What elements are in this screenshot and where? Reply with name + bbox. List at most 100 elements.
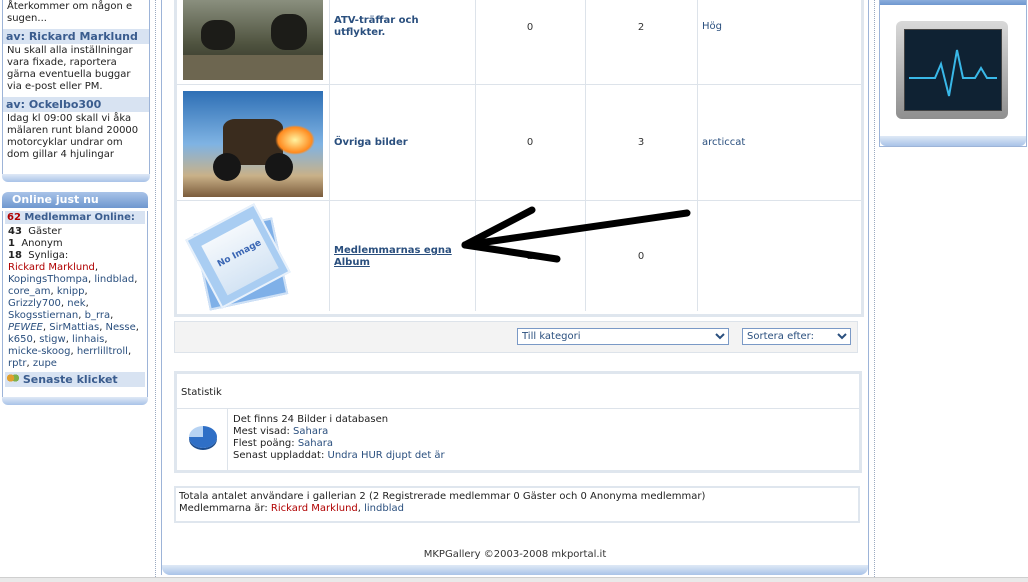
sort-select[interactable]: Sortera efter: [742,328,851,345]
online-user[interactable]: stigw [39,334,65,345]
images-count: 0 [526,137,534,148]
online-box: Online just nu 62 Medlemmar Online: 43 G… [2,192,148,405]
shout-text: Nu skall alla inställningar vara fixade,… [7,45,133,92]
online-user[interactable]: herrlilltroll [77,346,128,357]
shoutbox: Återkommer om någon e sugen... av: Ricka… [2,0,150,175]
online-user[interactable]: zupe [33,358,57,369]
online-user[interactable]: knipp [57,286,85,297]
members-are-label: Medlemmarna är: [179,503,268,514]
category-controls: Till kategori Sortera efter: [174,321,858,353]
online-user[interactable]: nek [67,298,85,309]
no-image-thumbnail[interactable]: No Image [185,203,291,311]
comments-cell: 3 [585,85,698,200]
online-user[interactable]: KopingsThompa [8,274,88,285]
member-link[interactable]: lindblad [364,503,404,514]
statistics-box: Statistik Det finns 24 Bilder i database… [174,371,862,473]
table-row: ATV-träffar och utflykter. 0 2 Hög [177,0,861,85]
images-cell: 0 [475,85,586,200]
category-select[interactable]: Till kategori [517,328,729,345]
shoutbox-footer [2,174,150,182]
anon-count: 1 [8,238,15,249]
online-user[interactable]: Nesse [106,322,136,333]
member-link[interactable]: Rickard Marklund [271,503,358,514]
pie-chart-icon [189,426,217,448]
latest-click-row[interactable]: Senaste klicket [5,372,145,387]
image-count-text: Det finns 24 Bilder i databasen [233,414,389,425]
online-user[interactable]: k650 [8,334,33,345]
members-count: 62 [7,212,21,223]
table-row: Övriga bilder 0 3 arcticcat [177,85,861,201]
last-cell: arcticcat [697,85,860,200]
shout-author[interactable]: av: Ockelbo300 [3,97,149,112]
right-widget [879,0,1027,147]
visible-label: Synliga: [28,250,69,261]
most-viewed-link[interactable]: Sahara [293,426,328,437]
comments-cell: 2 [585,0,698,84]
online-user[interactable]: rptr [8,358,27,369]
online-user[interactable]: PEWEE [8,322,43,333]
right-widget-header [880,0,1026,5]
last-user-link[interactable]: Hög [702,21,722,32]
visible-count: 18 [8,250,22,261]
shout-author[interactable]: av: Rickard Marklund [3,29,149,44]
shout-partial-text: Återkommer om någon e sugen... [7,1,133,24]
online-user[interactable]: Skogsstiernan [8,310,78,321]
thumb-cell [177,0,330,84]
gallery-table: ATV-träffar och utflykter. 0 2 Hög Övrig… [174,0,864,317]
category-link[interactable]: ATV-träffar och utflykter. [334,15,444,39]
online-user[interactable]: micke-skoog [8,346,70,357]
online-box-footer [2,397,148,405]
last-cell: Hög [697,0,860,84]
latest-upload-label: Senast uppladdat: [233,450,325,461]
right-widget-footer [880,136,1026,146]
online-box-title: Online just nu [2,192,148,208]
visible-row: 18 Synliga: [3,250,147,262]
thumb-cell: No Image [177,201,330,311]
name-cell: Övriga bilder [329,85,476,200]
category-thumbnail[interactable] [183,91,323,197]
shout-text: Idag kl 09:00 skall vi åka mälaren runt … [7,113,139,160]
totals-box: Totala antalet användare i gallerian 2 (… [174,486,860,523]
totals-text: Totala antalet användare i gallerian 2 (… [179,491,706,502]
comments-count: 2 [637,22,645,33]
members-label: Medlemmar Online: [24,212,135,223]
online-user[interactable]: Rickard Marklund [8,262,95,273]
category-link[interactable]: Övriga bilder [334,137,408,149]
most-points-link[interactable]: Sahara [298,438,333,449]
online-user[interactable]: b_rra [85,310,111,321]
users-icon [7,374,19,384]
online-user[interactable]: core_am [8,286,51,297]
online-user[interactable]: Grizzly700 [8,298,61,309]
online-user[interactable]: linhais [72,334,104,345]
latest-upload-link[interactable]: Undra HUR djupt det är [328,450,445,461]
guests-count: 43 [8,226,22,237]
latest-click-label: Senaste klicket [22,373,118,386]
annotation-arrow [461,206,691,263]
members-online-row: 62 Medlemmar Online: [5,211,145,224]
name-cell: ATV-träffar och utflykter. [329,0,476,84]
category-thumbnail[interactable] [183,0,323,80]
main-content: ATV-träffar och utflykter. 0 2 Hög Övrig… [161,0,869,575]
most-points-label: Flest poäng: [233,438,295,449]
anon-row: 1 Anonym [3,238,147,250]
online-users-list: Rickard Marklund, KopingsThompa, lindbla… [8,262,139,369]
statistics-lines: Det finns 24 Bilder i databasen Mest vis… [233,414,445,462]
images-cell: 0 [475,0,586,84]
left-divider [155,0,156,581]
category-link[interactable]: Medlemmarnas egna Album [334,245,459,269]
guests-label: Gäster [28,226,62,237]
online-user[interactable]: lindblad [94,274,134,285]
window-bottom-border [0,577,1028,582]
online-user[interactable]: SirMattias [49,322,99,333]
images-count: 0 [526,22,534,33]
activity-monitor-icon [896,21,1008,119]
statistics-title: Statistik [181,387,222,398]
last-user-link[interactable]: arcticcat [702,137,745,148]
no-image-text: No Image [215,238,264,270]
main-bottom-bar [162,565,868,575]
comments-count: 3 [637,137,645,148]
last-cell [697,201,860,311]
guests-row: 43 Gäster [3,226,147,238]
name-cell: Medlemmarnas egna Album [329,201,476,311]
most-viewed-label: Mest visad: [233,426,290,437]
